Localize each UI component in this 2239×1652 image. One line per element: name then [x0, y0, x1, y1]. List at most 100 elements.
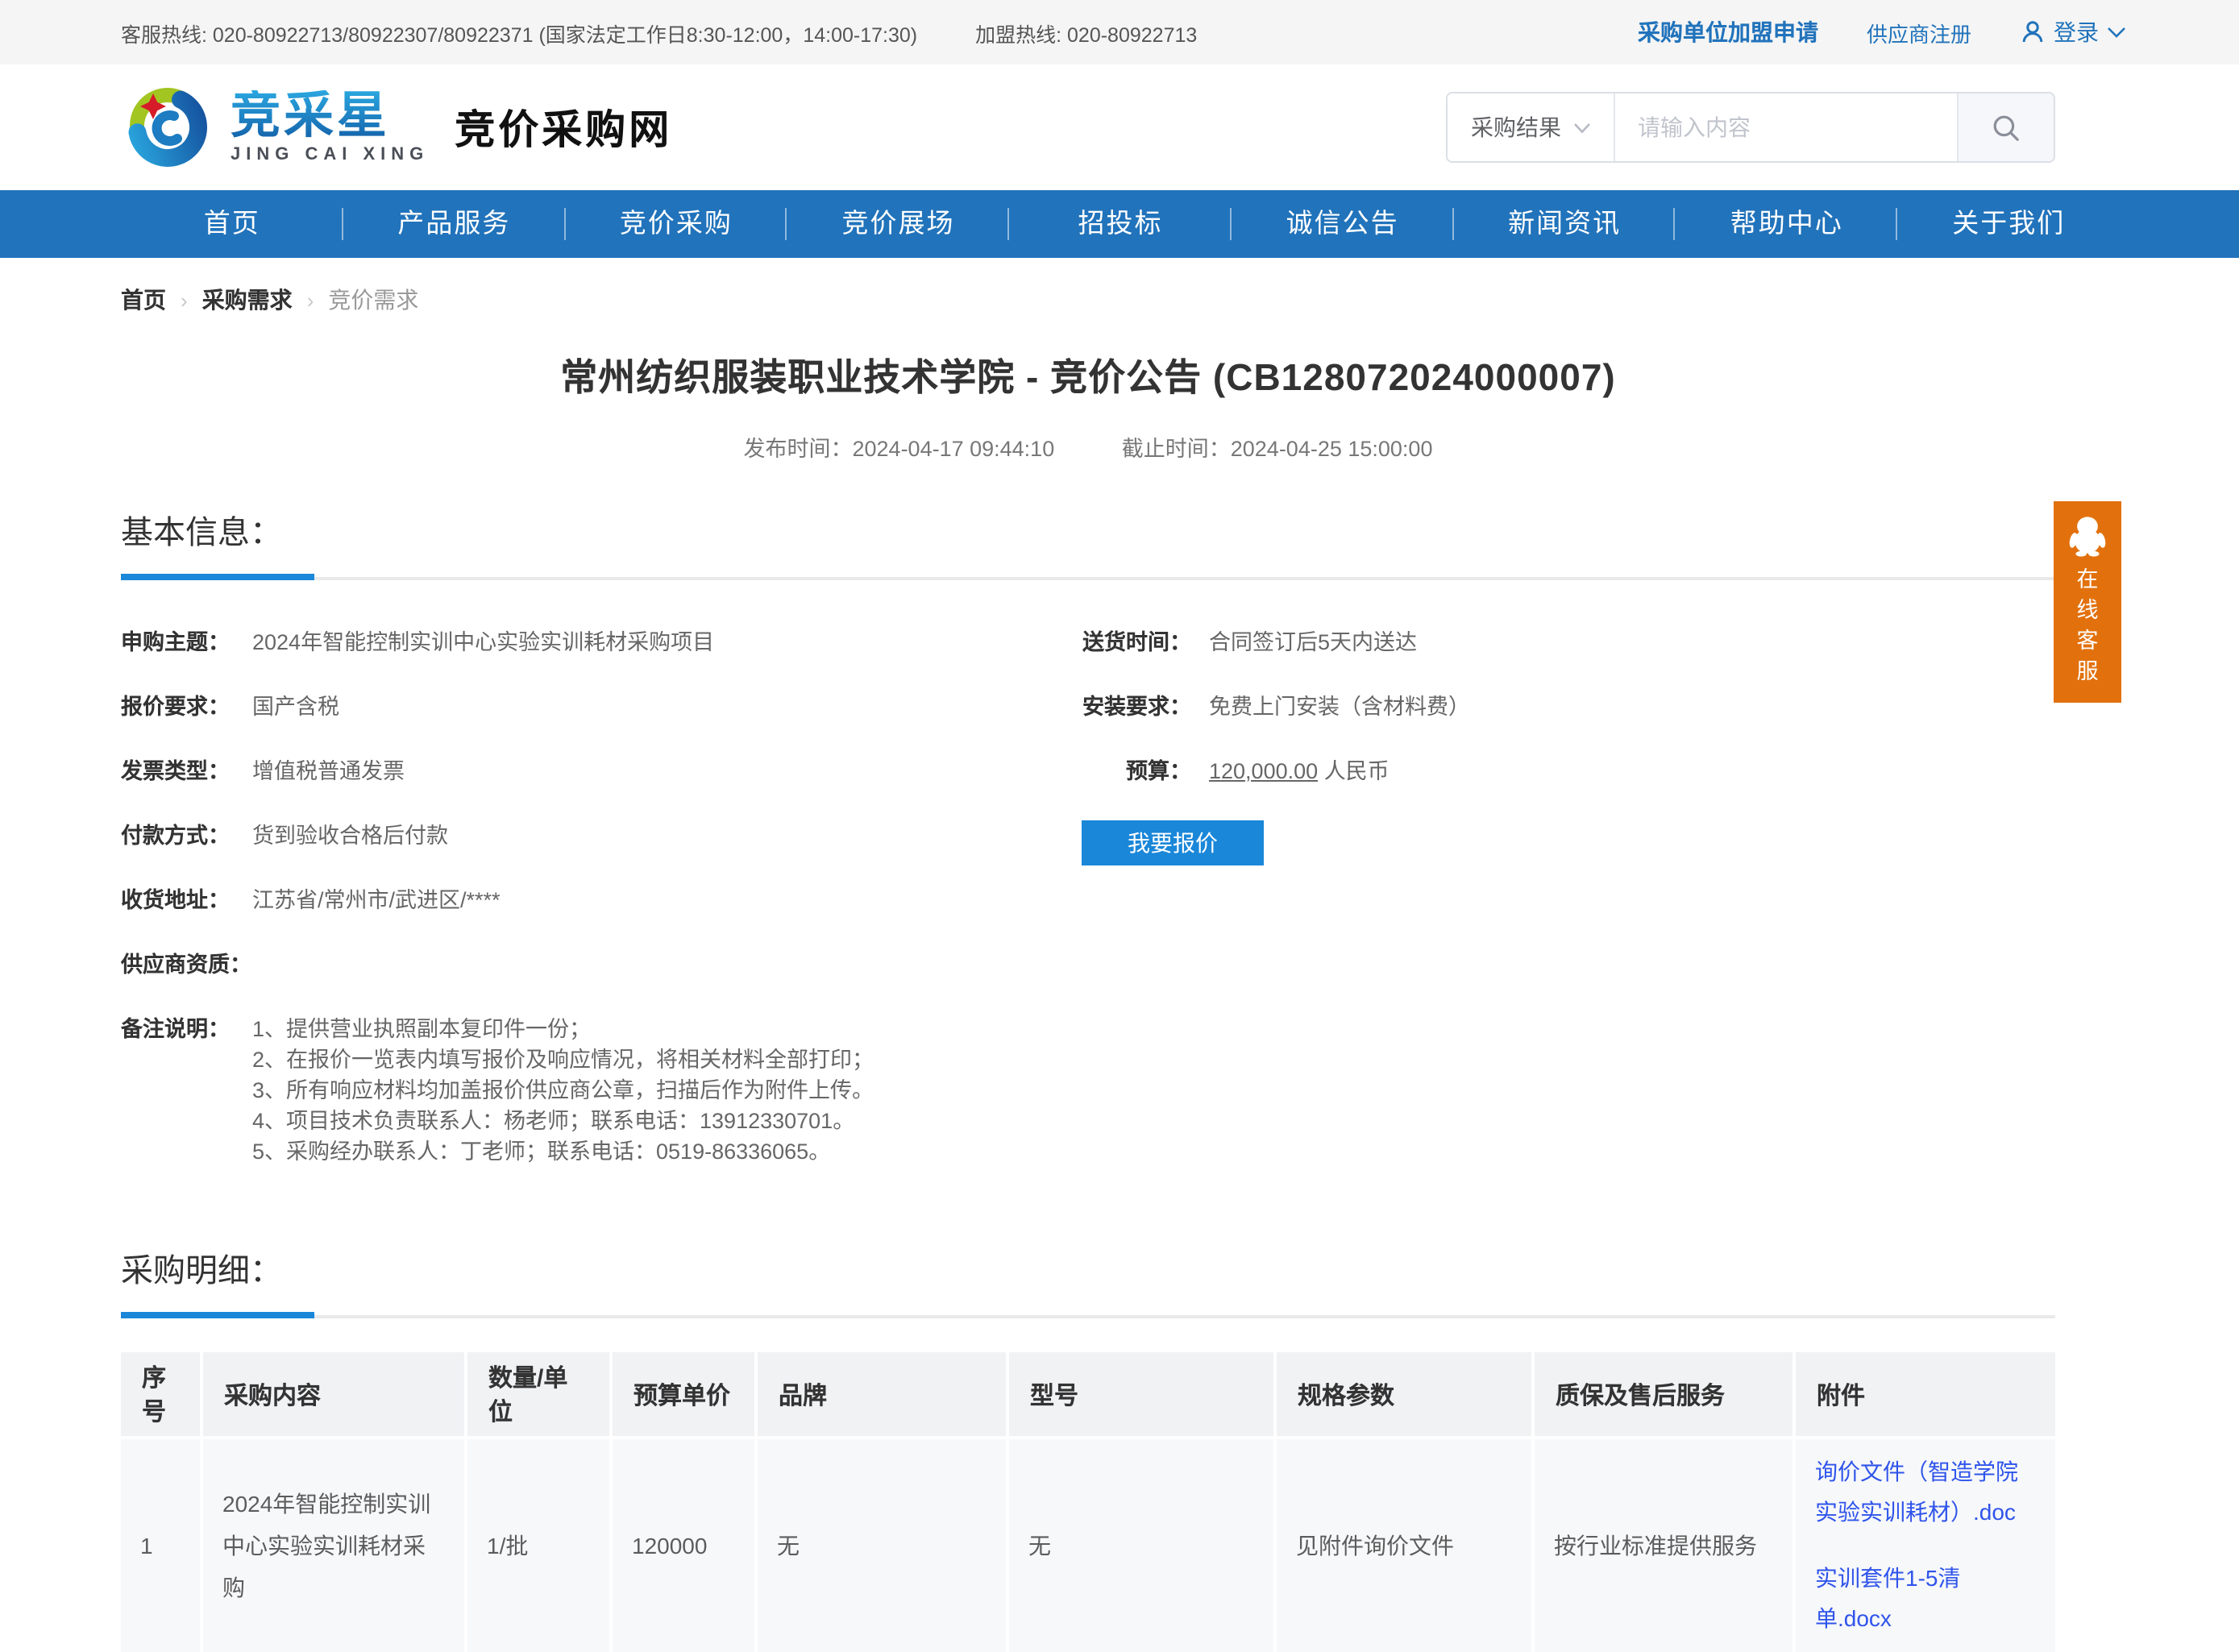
purchase-detail-table: 序号 采购内容 数量/单位 预算单价 品牌 型号 规格参数 质保及售后服务 附件… [121, 1352, 2055, 1652]
field-value: 2024年智能控制实训中心实验实训耗材采购项目 [252, 627, 714, 658]
nav-item-tenders[interactable]: 招投标 [1009, 190, 1232, 258]
nav-item-integrity-notice[interactable]: 诚信公告 [1232, 190, 1454, 258]
info-row-subject: 申购主题： 2024年智能控制实训中心实验实训耗材采购项目 [121, 627, 1082, 658]
info-row-supplier-qualification: 供应商资质： [121, 949, 1082, 980]
nav-item-products[interactable]: 产品服务 [343, 190, 566, 258]
search-category-value: 采购结果 [1471, 111, 1561, 143]
nav-item-bidding-purchase[interactable]: 竞价采购 [565, 190, 787, 258]
field-label: 申购主题： [121, 627, 230, 658]
logo-cn-text: 竞采星 [231, 90, 429, 142]
site-header: 竞采星 JING CAI XING 竞价采购网 采购结果 [0, 64, 2239, 190]
field-label: 安装要求： [1082, 691, 1191, 722]
field-label: 发票类型： [121, 756, 230, 787]
publish-time-label: 发布时间： [744, 437, 853, 461]
search-box: 采购结果 [1446, 92, 2055, 163]
top-utility-bar: 客服热线: 020-80922713/80922307/80922371 (国家… [0, 0, 2239, 64]
info-row-invoice-type: 发票类型： 增值税普通发票 [121, 756, 1082, 787]
section-divider [121, 1312, 2055, 1318]
nav-item-bidding-hall[interactable]: 竞价展场 [787, 190, 1010, 258]
budget-currency: 人民币 [1324, 759, 1390, 783]
remark-line: 5、采购经办联系人：丁老师；联系电话：0519-86336065。 [252, 1136, 874, 1167]
deadline-value: 2024-04-25 15:00:00 [1231, 437, 1433, 461]
cell-qty-unit: 1/批 [467, 1439, 613, 1652]
supplier-register-link[interactable]: 供应商注册 [1867, 17, 1971, 48]
cell-brand: 无 [758, 1439, 1009, 1652]
field-label: 收货地址： [121, 885, 230, 915]
badge-char: 客 [2077, 625, 2099, 656]
col-header-attachment: 附件 [1796, 1352, 2055, 1439]
col-header-model: 型号 [1009, 1352, 1277, 1439]
purchase-unit-join-link[interactable]: 采购单位加盟申请 [1638, 16, 1818, 48]
section-divider [121, 574, 2055, 580]
col-header-warranty: 质保及售后服务 [1535, 1352, 1796, 1439]
badge-char: 在 [2077, 564, 2099, 595]
nav-item-news[interactable]: 新闻资讯 [1453, 190, 1676, 258]
remark-line: 3、所有响应材料均加盖报价供应商公章，扫描后作为附件上传。 [252, 1075, 874, 1106]
breadcrumb-purchase-demand[interactable]: 采购需求 [202, 284, 293, 316]
nav-item-home[interactable]: 首页 [121, 190, 343, 258]
basic-info-title: 基本信息： [121, 506, 2055, 553]
info-row-delivery-time: 送货时间： 合同签订后5天内送达 [1082, 627, 2055, 658]
col-header-qty-unit: 数量/单位 [467, 1352, 613, 1439]
info-row-budget: 预算： 120,000.00 人民币 [1082, 756, 2055, 787]
remark-line: 4、项目技术负责联系人：杨老师；联系电话：13912330701。 [252, 1106, 874, 1136]
basic-info-grid: 申购主题： 2024年智能控制实训中心实验实训耗材采购项目 报价要求： 国产含税… [121, 627, 2055, 1201]
cell-seq: 1 [121, 1439, 203, 1652]
search-button[interactable] [1957, 93, 2054, 161]
breadcrumb-current: 竞价需求 [328, 284, 418, 316]
quote-button[interactable]: 我要报价 [1082, 820, 1264, 865]
cell-spec: 见附件询价文件 [1277, 1439, 1535, 1652]
site-logo[interactable]: 竞采星 JING CAI XING 竞价采购网 [121, 81, 672, 174]
notice-meta: 发布时间：2024-04-17 09:44:10 截止时间：2024-04-25… [121, 430, 2055, 463]
col-header-brand: 品牌 [758, 1352, 1009, 1439]
attachment-link-doc[interactable]: 询价文件（智造学院实验实训耗材）.doc [1815, 1452, 2036, 1533]
table-row: 1 2024年智能控制实训中心实验实训耗材采购 1/批 120000 无 无 见… [121, 1439, 2055, 1652]
basic-info-section-header: 基本信息： [121, 506, 2055, 580]
logo-swirl-icon [121, 81, 214, 174]
field-label: 备注说明： [121, 1014, 230, 1044]
detail-section-header: 采购明细： [121, 1244, 2055, 1318]
deadline-label: 截止时间： [1122, 437, 1231, 461]
field-value: 国产含税 [252, 691, 339, 722]
site-name: 竞价采购网 [455, 98, 672, 156]
service-hotline: 客服热线: 020-80922713/80922307/80922371 (国家… [121, 17, 917, 48]
badge-char: 线 [2077, 595, 2099, 625]
cell-warranty: 按行业标准提供服务 [1535, 1439, 1796, 1652]
info-row-delivery-address: 收货地址： 江苏省/常州市/武进区/**** [121, 885, 1082, 915]
page-title: 常州纺织服装职业技术学院 - 竞价公告 (CB128072024000007) [121, 347, 2055, 401]
join-hotline: 加盟热线: 020-80922713 [975, 17, 1197, 48]
col-header-spec: 规格参数 [1277, 1352, 1535, 1439]
nav-item-help-center[interactable]: 帮助中心 [1676, 190, 1898, 258]
cell-model: 无 [1009, 1439, 1277, 1652]
attachment-link-docx[interactable]: 实训套件1-5清单.docx [1815, 1559, 2036, 1639]
chevron-down-icon [1572, 122, 1590, 133]
search-input[interactable] [1615, 93, 1957, 161]
remark-lines: 1、提供营业执照副本复印件一份； 2、在报价一览表内填写报价及响应情况，将相关材… [252, 1014, 874, 1167]
field-value: 增值税普通发票 [252, 756, 405, 787]
logo-en-text: JING CAI XING [231, 145, 429, 164]
search-category-select[interactable]: 采购结果 [1448, 93, 1615, 161]
field-label: 送货时间： [1082, 627, 1191, 658]
info-row-payment-method: 付款方式： 货到验收合格后付款 [121, 820, 1082, 851]
breadcrumb-home[interactable]: 首页 [121, 284, 166, 316]
search-icon [1991, 112, 2021, 143]
detail-title: 采购明细： [121, 1244, 2055, 1291]
nav-item-about-us[interactable]: 关于我们 [1898, 190, 2121, 258]
field-label: 预算： [1082, 756, 1191, 787]
login-menu[interactable]: 登录 [2020, 16, 2126, 48]
col-header-seq: 序号 [121, 1352, 203, 1439]
field-label: 报价要求： [121, 691, 230, 722]
chevron-right-icon: › [181, 288, 188, 312]
remark-line: 2、在报价一览表内填写报价及响应情况，将相关材料全部打印； [252, 1044, 874, 1075]
info-row-install-requirement: 安装要求： 免费上门安装（含材料费） [1082, 691, 2055, 722]
budget-amount[interactable]: 120,000.00 [1209, 759, 1318, 783]
chevron-right-icon: › [307, 288, 314, 312]
qq-penguin-icon [2065, 514, 2110, 559]
chevron-down-icon [2107, 26, 2126, 39]
login-label: 登录 [2054, 16, 2099, 48]
field-label: 供应商资质： [121, 949, 251, 980]
field-label: 付款方式： [121, 820, 230, 851]
info-row-quote-requirement: 报价要求： 国产含税 [121, 691, 1082, 722]
main-nav: 首页 产品服务 竞价采购 竞价展场 招投标 诚信公告 新闻资讯 帮助中心 关于我… [0, 190, 2239, 258]
online-service-badge[interactable]: 在 线 客 服 [2054, 501, 2121, 703]
